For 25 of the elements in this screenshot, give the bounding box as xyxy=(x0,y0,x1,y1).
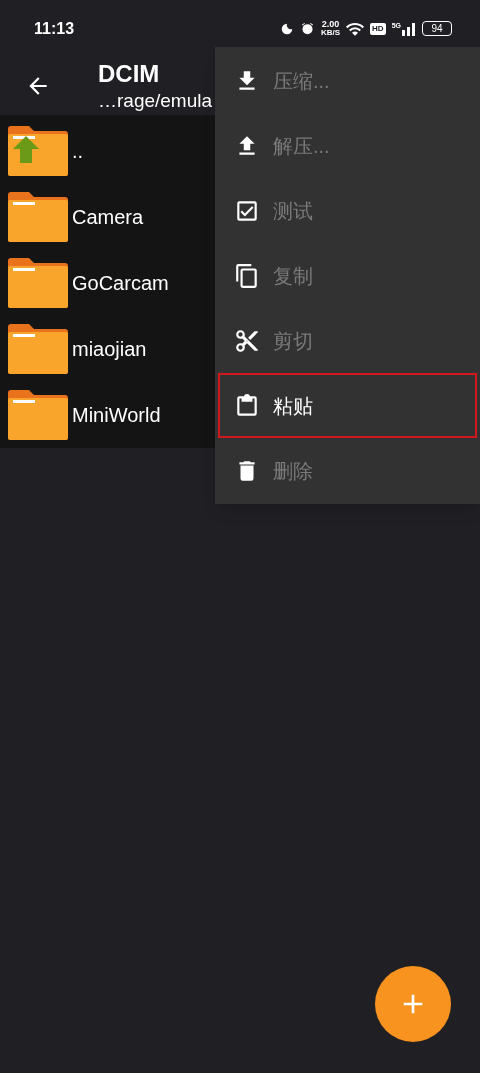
folder-icon xyxy=(8,258,68,308)
clipboard-icon xyxy=(234,392,260,419)
status-time: 11:13 xyxy=(34,18,75,39)
speed-value: 2.00 xyxy=(321,20,340,29)
file-list-item[interactable]: GoCarcam xyxy=(0,250,215,316)
moon-icon xyxy=(279,21,294,36)
wifi-icon xyxy=(346,21,365,36)
folder-icon xyxy=(8,192,68,242)
folder-icon xyxy=(8,324,68,374)
copy-icon xyxy=(234,262,260,289)
file-list-item[interactable]: Camera xyxy=(0,184,215,250)
hd-badge: HD xyxy=(370,22,386,35)
folder-icon xyxy=(8,390,68,440)
file-list-item[interactable]: .. xyxy=(0,118,215,184)
file-list-item[interactable]: MiniWorld xyxy=(0,382,215,448)
battery-indicator: 94 xyxy=(422,21,452,36)
folder-title: DCIM xyxy=(98,59,161,90)
signal-icon xyxy=(402,21,416,36)
folder-path: …rage/emula xyxy=(98,89,213,113)
file-list-item[interactable]: miaojian xyxy=(0,316,215,382)
menu-item[interactable]: 粘贴 xyxy=(218,373,477,438)
parent-folder-icon xyxy=(8,126,68,176)
alarm-icon xyxy=(299,21,315,36)
scissors-icon xyxy=(234,327,260,354)
speed-unit: KB/S xyxy=(320,29,341,37)
